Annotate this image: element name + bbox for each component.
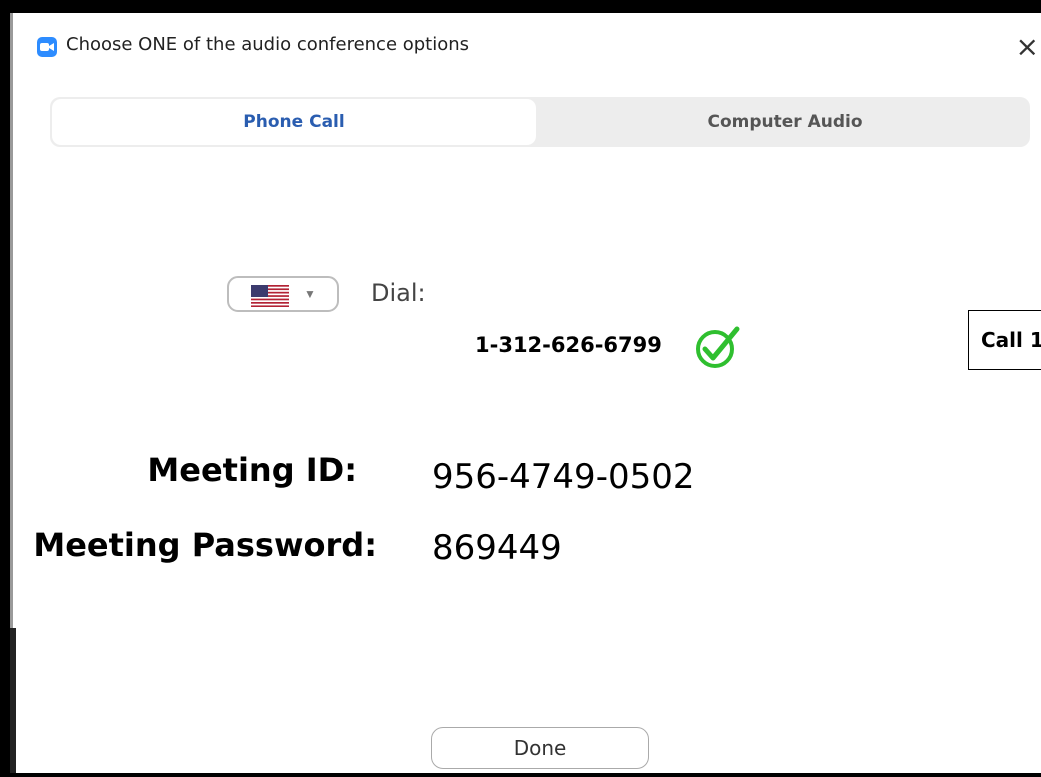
chevron-down-icon: ▼ — [304, 287, 316, 301]
dial-label: Dial: — [371, 279, 426, 307]
dial-in-number: 1-312-626-6799 — [475, 333, 662, 357]
audio-tabs: Phone Call Computer Audio — [50, 97, 1030, 147]
meeting-password-label: Meeting Password: — [33, 526, 377, 564]
us-flag-icon — [251, 285, 289, 307]
meeting-password-value: 869449 — [432, 528, 562, 568]
meeting-id-label: Meeting ID: — [147, 451, 357, 489]
call-callout-text: Call 1 — [981, 328, 1041, 352]
zoom-app-icon — [37, 37, 57, 57]
country-select[interactable]: ▼ — [227, 276, 339, 312]
dialog-title: Choose ONE of the audio conference optio… — [66, 34, 470, 55]
check-circle-icon — [696, 326, 740, 368]
close-icon[interactable]: × — [1016, 33, 1039, 61]
tab-computer-audio[interactable]: Computer Audio — [540, 97, 1030, 147]
window-edge-shadow — [10, 628, 16, 773]
tab-phone-call[interactable]: Phone Call — [52, 99, 536, 145]
meeting-id-value: 956-4749-0502 — [432, 457, 695, 497]
done-button[interactable]: Done — [431, 727, 649, 769]
call-callout-box: Call 1 — [968, 310, 1041, 370]
title-bar: Choose ONE of the audio conference optio… — [23, 13, 1041, 75]
audio-options-dialog: Choose ONE of the audio conference optio… — [10, 13, 1041, 773]
